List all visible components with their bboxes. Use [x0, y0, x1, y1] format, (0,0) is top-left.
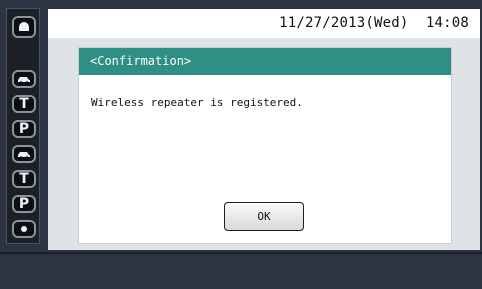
t-button-label: T: [19, 96, 29, 112]
home-button[interactable]: [12, 16, 36, 38]
device-screen: T P T P 11/27/2013(Wed) 14:08 <Confirmat…: [0, 0, 482, 289]
car-icon: [16, 149, 32, 159]
date-text: 11/27/2013: [279, 15, 366, 31]
t-button-1[interactable]: T: [12, 95, 36, 113]
p-button-label: P: [18, 121, 30, 137]
car-icon: [16, 74, 32, 84]
p-button-1[interactable]: P: [12, 120, 36, 138]
left-sidebar: T P T P: [6, 8, 40, 244]
home-icon: [17, 22, 31, 32]
vehicle-button-1[interactable]: [12, 70, 36, 88]
confirmation-dialog: <Confirmation> Wireless repeater is regi…: [79, 48, 451, 243]
bottom-divider: [0, 252, 482, 254]
dialog-message: Wireless repeater is registered.: [91, 96, 303, 109]
date-time-display: 11/27/2013(Wed) 14:08: [279, 15, 469, 31]
dot-icon: [20, 225, 28, 233]
t-button-2[interactable]: T: [12, 170, 36, 188]
weekday-text: (Wed): [365, 15, 409, 31]
dialog-title: <Confirmation>: [79, 48, 451, 75]
vehicle-button-2[interactable]: [12, 145, 36, 163]
dot-button[interactable]: [12, 220, 36, 238]
ok-button[interactable]: OK: [224, 202, 304, 231]
status-bar: 11/27/2013(Wed) 14:08: [48, 9, 480, 38]
time-text: 14:08: [425, 15, 469, 31]
p-button-label: P: [18, 196, 30, 212]
bottom-strip: [0, 250, 482, 289]
p-button-2[interactable]: P: [12, 195, 36, 213]
t-button-label: T: [19, 171, 29, 187]
